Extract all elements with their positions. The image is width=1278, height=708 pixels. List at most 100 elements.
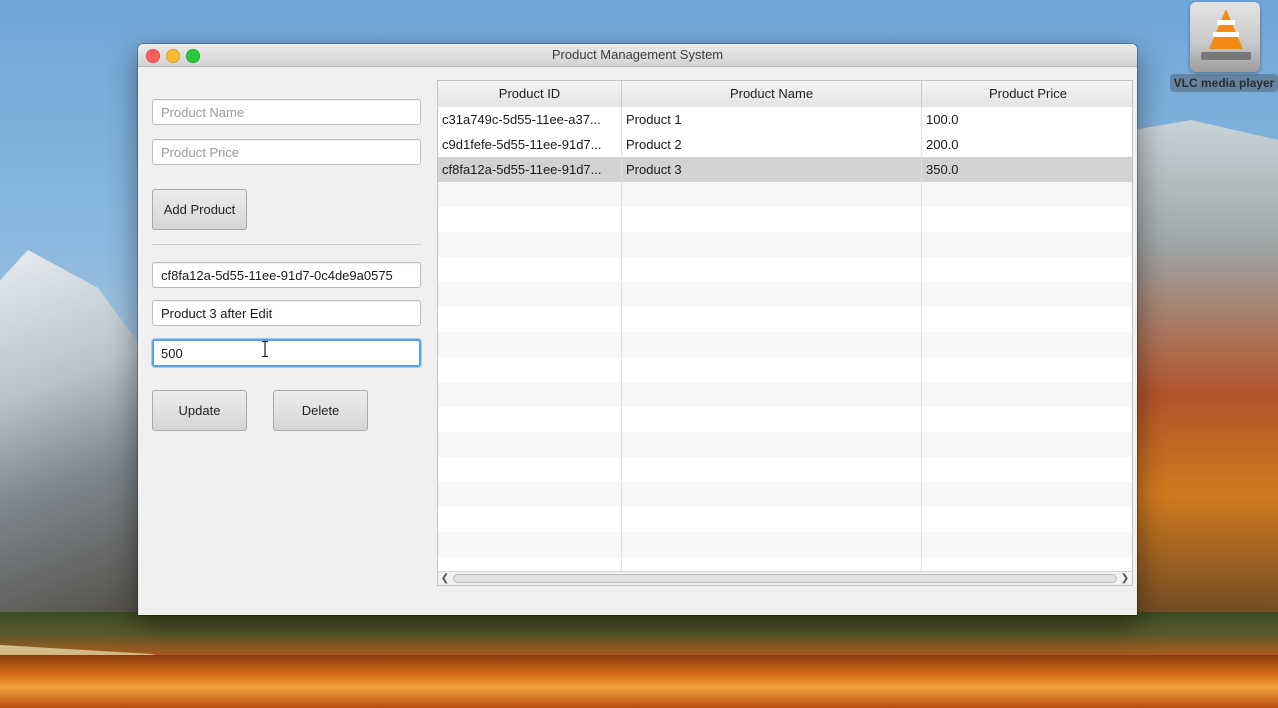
cell-product-name: Product 2 (622, 132, 922, 157)
empty-cell (922, 507, 1132, 532)
text-cursor-icon (262, 341, 268, 357)
empty-cell (922, 232, 1132, 257)
vlc-app-label[interactable]: VLC media player (1170, 74, 1278, 92)
table-row-empty (438, 257, 1132, 282)
empty-cell (622, 532, 922, 557)
empty-cell (438, 182, 622, 207)
scroll-left-icon[interactable]: ❮ (438, 572, 452, 585)
form-separator (152, 244, 421, 245)
empty-cell (438, 507, 622, 532)
cell-product-id: c9d1fefe-5d55-11ee-91d7... (438, 132, 622, 157)
scroll-right-icon[interactable]: ❯ (1118, 572, 1132, 585)
delete-button[interactable]: Delete (273, 390, 368, 431)
vlc-app-icon[interactable] (1189, 2, 1261, 74)
desktop-mountain-right (1133, 120, 1278, 620)
table-row-empty (438, 482, 1132, 507)
product-price-input[interactable] (152, 139, 421, 165)
empty-cell (622, 432, 922, 457)
cell-product-name: Product 3 (622, 157, 922, 182)
table-row-empty (438, 532, 1132, 557)
column-header-product-id[interactable]: Product ID (438, 81, 622, 107)
table-row[interactable]: c9d1fefe-5d55-11ee-91d7... Product 2 200… (438, 132, 1132, 157)
empty-cell (438, 482, 622, 507)
table-row-empty (438, 407, 1132, 432)
empty-cell (438, 232, 622, 257)
close-window-button[interactable] (146, 49, 160, 63)
empty-cell (622, 182, 922, 207)
table-row-empty (438, 207, 1132, 232)
empty-cell (622, 357, 922, 382)
table-row-empty (438, 282, 1132, 307)
table-row-empty (438, 457, 1132, 482)
empty-cell (438, 457, 622, 482)
maximize-window-button[interactable] (186, 49, 200, 63)
empty-cell (922, 357, 1132, 382)
minimize-window-button[interactable] (166, 49, 180, 63)
product-table[interactable]: Product ID Product Name Product Price c3… (437, 80, 1133, 586)
empty-cell (438, 282, 622, 307)
empty-cell (622, 307, 922, 332)
empty-cell (622, 407, 922, 432)
empty-cell (438, 257, 622, 282)
cell-product-id: c31a749c-5d55-11ee-a37... (438, 107, 622, 132)
edit-product-id-input[interactable] (152, 262, 421, 288)
desktop-mountain-left (0, 250, 140, 630)
scrollbar-thumb[interactable] (453, 574, 1117, 583)
empty-cell (922, 432, 1132, 457)
empty-cell (922, 207, 1132, 232)
table-row[interactable]: c31a749c-5d55-11ee-a37... Product 1 100.… (438, 107, 1132, 132)
table-header: Product ID Product Name Product Price (438, 81, 1132, 108)
title-bar[interactable]: Product Management System (138, 44, 1137, 67)
app-window: Product Management System Add Product Up… (138, 44, 1137, 615)
table-row-empty (438, 382, 1132, 407)
table-row-empty (438, 307, 1132, 332)
empty-cell (438, 357, 622, 382)
empty-cell (622, 257, 922, 282)
empty-cell (622, 282, 922, 307)
empty-cell (922, 257, 1132, 282)
empty-cell (922, 182, 1132, 207)
window-title: Product Management System (551, 47, 724, 62)
cell-product-id: cf8fa12a-5d55-11ee-91d7... (438, 157, 622, 182)
empty-cell (922, 482, 1132, 507)
empty-cell (438, 382, 622, 407)
cell-product-price: 200.0 (926, 137, 959, 152)
table-row-empty (438, 432, 1132, 457)
product-name-input[interactable] (152, 99, 421, 125)
update-button[interactable]: Update (152, 390, 247, 431)
table-row-empty (438, 232, 1132, 257)
empty-cell (622, 207, 922, 232)
empty-cell (922, 332, 1132, 357)
empty-cell (438, 432, 622, 457)
empty-cell (438, 532, 622, 557)
column-header-product-name[interactable]: Product Name (622, 81, 922, 107)
empty-cell (622, 507, 922, 532)
edit-product-name-input[interactable] (152, 300, 421, 326)
empty-cell (922, 407, 1132, 432)
empty-cell (438, 332, 622, 357)
empty-cell (622, 482, 922, 507)
table-row-empty (438, 507, 1132, 532)
empty-cell (438, 407, 622, 432)
empty-cell (622, 232, 922, 257)
desktop-lake (0, 655, 1278, 708)
empty-cell (438, 207, 622, 232)
table-horizontal-scrollbar[interactable]: ❮ ❯ (437, 571, 1133, 586)
cell-product-price: 100.0 (926, 112, 959, 127)
table-body: c31a749c-5d55-11ee-a37... Product 1 100.… (438, 107, 1132, 585)
column-header-product-price[interactable]: Product Price (922, 81, 1132, 107)
cell-product-price: 350.0 (926, 162, 959, 177)
empty-cell (438, 307, 622, 332)
empty-cell (922, 307, 1132, 332)
empty-cell (622, 382, 922, 407)
add-product-button[interactable]: Add Product (152, 189, 247, 230)
table-row-empty (438, 182, 1132, 207)
empty-cell (922, 382, 1132, 407)
empty-cell (622, 457, 922, 482)
table-row-empty (438, 357, 1132, 382)
edit-product-price-input[interactable] (152, 339, 421, 367)
empty-cell (922, 457, 1132, 482)
table-row-selected[interactable]: cf8fa12a-5d55-11ee-91d7... Product 3 350… (438, 157, 1132, 182)
empty-cell (922, 532, 1132, 557)
cell-product-name: Product 1 (622, 107, 922, 132)
